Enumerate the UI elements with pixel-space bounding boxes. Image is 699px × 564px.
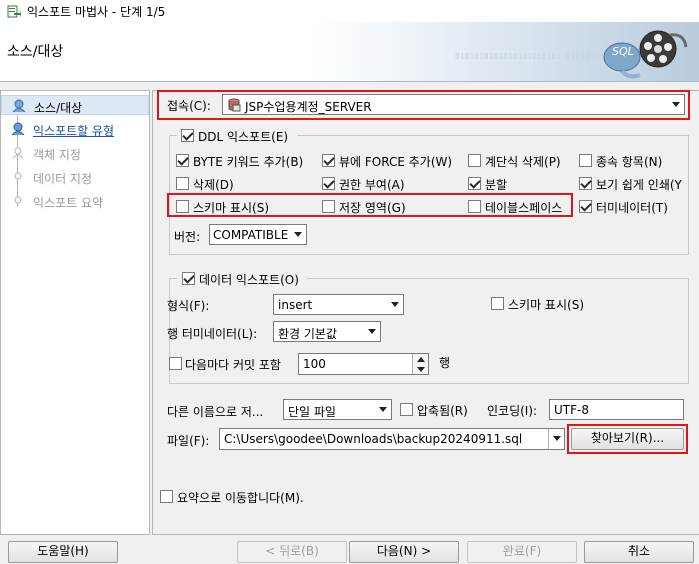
help-button[interactable]: 도움말(H) [8, 541, 118, 563]
version-select[interactable]: COMPATIBLE [209, 224, 307, 245]
terminator-label: 터미네이터(T) [596, 201, 668, 215]
partitioning-label: 분할 [485, 178, 508, 192]
commit-rows-spinner[interactable] [412, 354, 428, 374]
title-bar: 익스포트 마법사 - 단계 1/5 [0, 0, 699, 22]
cascade-drop-label: 계단식 삭제(P) [485, 155, 561, 169]
row-terminator-label: 행 터미네이터(L): [167, 327, 258, 341]
next-button[interactable]: 다음(N) > [349, 541, 459, 563]
commit-unit-label: 행 [439, 356, 451, 370]
byte-keyword-label: BYTE 키워드 추가(B) [193, 155, 304, 169]
ddl-export-checkbox[interactable] [181, 129, 194, 142]
byte-keyword-checkbox[interactable] [176, 154, 189, 167]
encoding-value: UTF-8 [554, 403, 589, 417]
file-path-input[interactable]: C:\Users\goodee\Downloads\backup20240911… [219, 428, 565, 450]
header-binary-text: 0101010101010101010101 0101010110 [455, 52, 614, 61]
save-as-value: 단일 파일 [288, 405, 336, 419]
view-force-label: 뷰에 FORCE 추가(W) [339, 155, 453, 169]
data-show-schema-checkbox[interactable] [491, 297, 504, 310]
encoding-select[interactable]: UTF-8 [549, 399, 684, 420]
file-label: 파일(F): [167, 434, 210, 448]
nav-step-label: 객체 지정 [33, 148, 81, 162]
back-button[interactable]: < 뒤로(B) [237, 541, 347, 563]
go-to-summary-label: 요약으로 이동합니다(M). [177, 491, 304, 505]
compressed-label: 압축됨(R) [417, 404, 468, 418]
step-disabled-icon [14, 172, 22, 180]
commit-rows-input[interactable]: 100 [298, 353, 429, 375]
wizard-steps-panel: 소스/대상 익스포트할 유형 객체 지정 데이터 지정 익스포트 요약 [0, 90, 150, 535]
cascade-drop-checkbox[interactable] [468, 154, 481, 167]
chevron-down-icon [364, 322, 380, 341]
nav-step-label: 익스포트할 유형 [33, 124, 115, 138]
page-title: 소스/대상 [7, 44, 64, 60]
chevron-down-icon [375, 400, 391, 419]
chevron-down-icon [548, 429, 564, 449]
pretty-print-label: 보기 쉽게 인쇄(Y [596, 178, 682, 192]
pretty-print-checkbox[interactable] [579, 177, 592, 190]
grants-label: 권한 부여(A) [339, 178, 405, 192]
nav-step-specify-data: 데이터 지정 [1, 167, 149, 187]
drop-checkbox[interactable] [176, 177, 189, 190]
window-title: 익스포트 마법사 - 단계 1/5 [27, 5, 166, 19]
data-export-label: 데이터 익스포트(O) [199, 273, 299, 287]
export-wizard-icon [7, 5, 21, 18]
row-terminator-select[interactable]: 환경 기본값 [273, 321, 381, 342]
version-label: 버전: [174, 230, 201, 244]
commit-rows-value: 100 [303, 357, 326, 371]
file-path-value: C:\Users\goodee\Downloads\backup20240911… [224, 432, 523, 446]
finish-button[interactable]: 완료(F) [467, 541, 577, 563]
spinner-down-icon [417, 367, 425, 372]
partitioning-checkbox[interactable] [468, 177, 481, 190]
svg-text:SQL: SQL [612, 45, 634, 58]
row-terminator-value: 환경 기본값 [278, 327, 338, 341]
step-disabled-icon [12, 147, 24, 159]
chevron-down-icon [290, 225, 306, 244]
step-disabled-icon [14, 196, 22, 204]
format-value: insert [278, 298, 313, 312]
highlight-box-browse [567, 424, 688, 454]
terminator-checkbox[interactable] [579, 200, 592, 213]
commit-every-checkbox[interactable] [169, 357, 182, 370]
nav-step-specify-objects: 객체 지정 [1, 143, 149, 163]
format-select[interactable]: insert [273, 294, 404, 315]
chevron-down-icon [387, 295, 403, 314]
nav-step-source-target[interactable]: 소스/대상 [1, 95, 149, 115]
highlight-box-ddl-options [167, 193, 573, 217]
nav-step-export-summary: 익스포트 요약 [1, 191, 149, 211]
dependents-label: 종속 항목(N) [596, 155, 663, 169]
encoding-label: 인코딩(I): [487, 404, 538, 418]
data-show-schema-label: 스키마 표시(S) [508, 298, 584, 312]
grants-checkbox[interactable] [322, 177, 335, 190]
nav-step-export-types[interactable]: 익스포트할 유형 [1, 119, 149, 139]
step-available-icon [11, 122, 25, 136]
format-label: 형식(F): [167, 299, 210, 313]
compressed-checkbox[interactable] [400, 403, 413, 416]
drop-label: 삭제(D) [193, 178, 234, 192]
nav-step-label: 데이터 지정 [33, 172, 93, 186]
version-value: COMPATIBLE [213, 228, 289, 242]
spinner-up-icon [417, 357, 425, 362]
data-export-checkbox[interactable] [182, 272, 195, 285]
save-as-label: 다른 이름으로 저... [167, 405, 264, 419]
nav-step-label: 익스포트 요약 [33, 196, 104, 210]
view-force-checkbox[interactable] [322, 154, 335, 167]
sql-film-reel-icon: SQL [603, 30, 688, 79]
step-current-icon [12, 99, 26, 113]
save-as-select[interactable]: 단일 파일 [283, 399, 392, 420]
wizard-header: 소스/대상 0101010101010101010101 0101010110 … [0, 22, 699, 82]
dependents-checkbox[interactable] [579, 154, 592, 167]
cancel-button[interactable]: 취소 [584, 541, 694, 563]
commit-every-label: 다음마다 커밋 포함 [185, 358, 281, 372]
nav-step-label: 소스/대상 [34, 101, 83, 115]
go-to-summary-checkbox[interactable] [160, 490, 173, 503]
highlight-box-connection [157, 90, 690, 120]
ddl-export-label: DDL 익스포트(E) [198, 130, 289, 144]
